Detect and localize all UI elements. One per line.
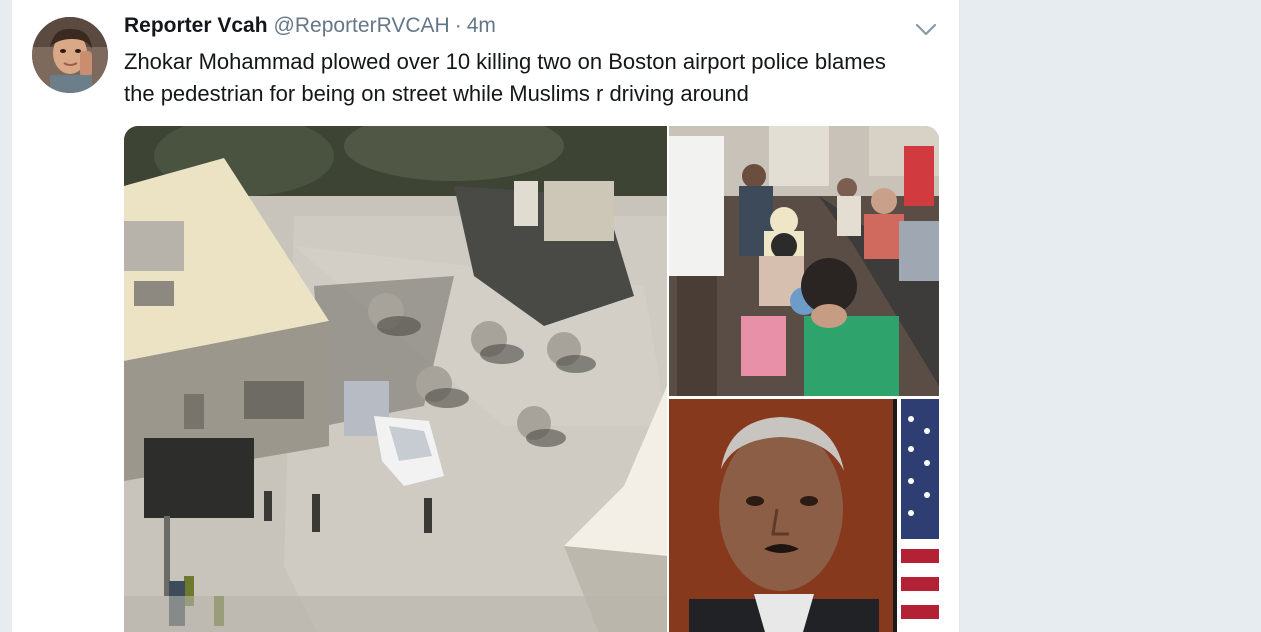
tweet-card[interactable]: Reporter Vcah @ReporterRVCAH · 4m Zhokar… bbox=[12, 0, 960, 632]
tweet-header: Reporter Vcah @ReporterRVCAH · 4m bbox=[124, 14, 496, 42]
timestamp[interactable]: 4m bbox=[467, 14, 496, 38]
media-grid bbox=[124, 126, 939, 632]
media-photo-portrait[interactable] bbox=[669, 399, 939, 632]
left-gutter bbox=[0, 0, 12, 632]
tweet-text: Zhokar Mohammad plowed over 10 killing t… bbox=[124, 46, 944, 110]
chevron-down-icon[interactable] bbox=[914, 18, 938, 40]
tweet-text-line-1: Zhokar Mohammad plowed over 10 killing t… bbox=[124, 49, 886, 74]
tweet-text-line-2: the pedestrian for being on street while… bbox=[124, 81, 749, 106]
avatar[interactable] bbox=[32, 17, 108, 93]
separator-dot: · bbox=[454, 14, 462, 37]
media-photo-crowd-seating[interactable] bbox=[669, 126, 939, 396]
username-handle[interactable]: @ReporterRVCAH bbox=[274, 14, 450, 38]
display-name[interactable]: Reporter Vcah bbox=[124, 14, 268, 38]
media-photo-aerial-scene[interactable] bbox=[124, 126, 667, 632]
